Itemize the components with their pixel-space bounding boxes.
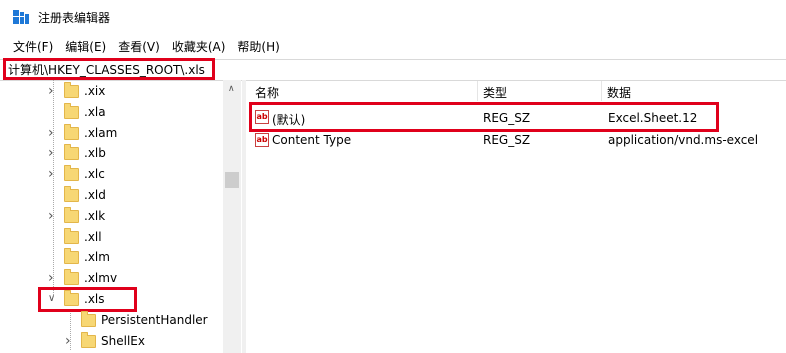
regedit-icon [13,10,29,24]
tree-item[interactable]: › .xlc [0,165,222,186]
tree-item-label: .xlc [84,167,105,182]
tree-item[interactable]: › .xix [0,82,222,103]
tree-item[interactable]: .xlm [0,248,222,269]
string-value-icon: ab [255,133,269,147]
window-title: 注册表编辑器 [38,11,111,25]
tree-item[interactable]: › ShellEx [0,331,222,353]
address-highlight-box [3,58,215,80]
tree-item-label: .xlk [84,208,106,223]
chevron-right-icon[interactable]: › [48,146,58,160]
folder-icon [64,206,79,223]
scroll-thumb[interactable] [225,172,239,188]
default-value-highlight-box [249,102,719,132]
folder-icon [64,102,79,119]
menu-help[interactable]: 帮助(H) [237,36,279,56]
tree-item-label: .xll [84,229,102,244]
chevron-right-icon[interactable]: › [65,334,75,348]
tree-item-label: .xlam [84,125,118,140]
tree-item[interactable]: .xla [0,102,222,124]
folder-icon [64,165,79,182]
tree-item-label: .xix [84,84,106,98]
selected-key-highlight-box [38,287,137,312]
tree-item-label: .xla [84,104,106,119]
tree-item[interactable]: › .xlk [0,206,222,228]
value-type: REG_SZ [483,133,531,147]
folder-icon [64,186,79,202]
tree-item[interactable]: › .xlb [0,144,222,165]
column-header-data[interactable]: 数据 [607,84,631,101]
folder-icon [64,144,79,161]
column-divider[interactable] [601,81,602,101]
chevron-right-icon[interactable]: › [48,209,58,223]
tree-item[interactable]: PersistentHandler [0,310,222,332]
tree-item[interactable]: .xld [0,186,222,207]
tree-item[interactable]: › .xlam [0,123,222,145]
folder-icon [64,82,79,98]
title-bar: 注册表编辑器 [0,0,786,34]
column-header-type[interactable]: 类型 [483,84,507,101]
menu-favorites[interactable]: 收藏夹(A) [172,36,226,56]
tree-item-label: ShellEx [101,333,145,348]
folder-icon [64,123,79,140]
value-name: Content Type [272,133,352,147]
value-data: application/vnd.ms-excel [608,133,759,147]
chevron-right-icon[interactable]: › [48,167,58,181]
folder-icon [64,269,79,286]
column-divider[interactable] [477,81,478,101]
scroll-up-icon[interactable]: ∧ [228,84,235,94]
folder-icon [81,310,96,327]
column-header-name[interactable]: 名称 [255,84,279,101]
menu-edit[interactable]: 编辑(E) [65,36,106,56]
tree-item-label: .xlb [84,146,106,161]
tree-item[interactable]: .xll [0,227,222,249]
menu-bar: 文件(F) 编辑(E) 查看(V) 收藏夹(A) 帮助(H) [0,36,786,56]
folder-icon [64,227,79,244]
menu-file[interactable]: 文件(F) [13,36,53,56]
tree-scrollbar[interactable] [223,80,241,353]
tree-item-label: .xld [84,188,106,202]
tree-item-label: .xlm [84,250,110,265]
chevron-right-icon[interactable]: › [48,271,58,285]
tree-item-label: .xlmv [84,271,118,286]
chevron-right-icon[interactable]: › [48,126,58,140]
menu-view[interactable]: 查看(V) [118,36,160,56]
tree-item-label: PersistentHandler [101,312,208,327]
folder-icon [81,331,96,348]
folder-icon [64,248,79,265]
chevron-right-icon[interactable]: › [48,84,58,98]
